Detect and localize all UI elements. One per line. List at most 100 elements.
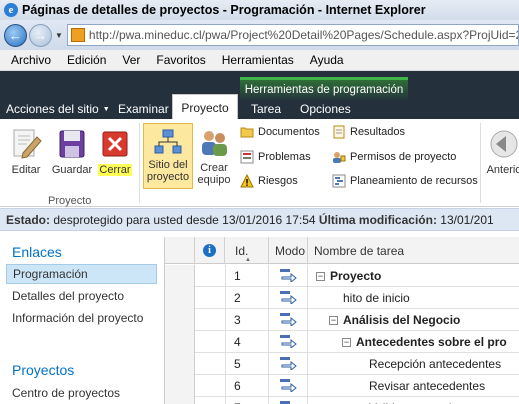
risks-label: Riesgos xyxy=(258,175,298,187)
project-site-button[interactable]: Sitio del proyecto xyxy=(143,123,193,189)
task-mode-cell[interactable] xyxy=(269,397,308,404)
task-mode-cell[interactable] xyxy=(269,265,308,287)
auto-scheduled-icon xyxy=(279,312,297,329)
project-site-label-1: Sitio del xyxy=(148,159,188,171)
menu-herramientas[interactable]: Herramientas xyxy=(214,53,302,67)
project-permissions-button[interactable]: Permisos de proyecto xyxy=(332,150,456,164)
previous-arrow-icon xyxy=(487,127,519,161)
nav-item-project-information[interactable]: Información del proyecto xyxy=(12,311,143,325)
task-mode-cell[interactable] xyxy=(269,353,308,375)
edit-button[interactable]: Editar xyxy=(8,127,44,176)
forward-button[interactable]: → xyxy=(29,23,52,47)
warning-icon xyxy=(240,173,254,188)
issues-button[interactable]: Problemas xyxy=(240,150,311,164)
row-selector[interactable] xyxy=(165,375,195,397)
menu-archivo[interactable]: Archivo xyxy=(3,53,59,67)
row-indicators-cell xyxy=(195,353,225,375)
status-text: desprotegido para usted desde 13/01/2016… xyxy=(53,212,316,227)
task-name-cell[interactable]: − Proyecto xyxy=(308,265,519,287)
schedule-grid: i Id. ▲ Modo Nombre de tarea 1 − Proyecto 2… xyxy=(164,237,519,404)
site-favicon-icon xyxy=(70,28,85,42)
task-name-cell[interactable]: Revisar antecedentes xyxy=(308,375,519,397)
row-selector[interactable] xyxy=(165,309,195,331)
task-name-cell[interactable]: − Antecedentes sobre el pro xyxy=(308,331,519,353)
save-button[interactable]: Guardar xyxy=(50,127,94,176)
collapse-icon[interactable]: − xyxy=(342,337,351,347)
menu-ver[interactable]: Ver xyxy=(114,53,148,67)
documents-label: Documentos xyxy=(258,126,320,138)
task-id-cell: 4 xyxy=(225,331,269,353)
tab-options[interactable]: Opciones xyxy=(300,99,351,119)
risks-button[interactable]: Riesgos xyxy=(240,173,298,188)
task-name-cell[interactable]: − Análisis del Negocio xyxy=(308,309,519,331)
nav-header-projects[interactable]: Proyectos xyxy=(12,362,74,378)
row-selector[interactable] xyxy=(165,265,195,287)
site-actions-menu[interactable]: Acciones del sitio ▼ xyxy=(6,99,110,119)
table-row[interactable]: 3 − Análisis del Negocio xyxy=(165,309,519,331)
row-selector[interactable] xyxy=(165,353,195,375)
grid-header: i Id. ▲ Modo Nombre de tarea xyxy=(165,237,519,264)
task-name-cell[interactable]: hito de inicio xyxy=(308,287,519,309)
collapse-icon[interactable]: − xyxy=(329,315,338,325)
task-mode-cell[interactable] xyxy=(269,287,308,309)
nav-item-project-center[interactable]: Centro de proyectos xyxy=(12,386,120,400)
menu-edicion[interactable]: Edición xyxy=(59,53,114,67)
menu-ayuda[interactable]: Ayuda xyxy=(302,53,352,67)
tab-project[interactable]: Proyecto xyxy=(172,94,238,120)
table-row[interactable]: 6 Revisar antecedentes xyxy=(165,375,519,397)
row-selector[interactable] xyxy=(165,287,195,309)
tab-browse[interactable]: Examinar xyxy=(118,99,169,119)
resource-planning-button[interactable]: Planeamiento de recursos xyxy=(332,174,478,188)
task-mode-cell[interactable] xyxy=(269,331,308,353)
nav-item-schedule[interactable]: Programación xyxy=(6,264,157,284)
window-title: Páginas de detalles de proyectos - Progr… xyxy=(22,3,426,17)
previous-button[interactable]: Anterio xyxy=(484,127,519,176)
save-label: Guardar xyxy=(51,164,93,176)
tab-task[interactable]: Tarea xyxy=(251,99,281,119)
task-mode-cell[interactable] xyxy=(269,375,308,397)
documents-button[interactable]: Documentos xyxy=(240,125,320,139)
internet-explorer-icon: e xyxy=(4,3,18,17)
task-name-cell[interactable]: Validar antecedentes xyxy=(308,397,519,404)
create-team-button[interactable]: Crear equipo xyxy=(196,127,232,186)
sitemap-icon xyxy=(153,128,183,156)
row-indicators-cell xyxy=(195,265,225,287)
row-indicators-cell xyxy=(195,287,225,309)
results-button[interactable]: Resultados xyxy=(332,125,405,139)
close-button[interactable]: Cerrar xyxy=(97,127,133,176)
ribbon-divider xyxy=(139,123,140,203)
id-column-header[interactable]: Id. ▲ xyxy=(225,237,269,264)
address-toolbar: ← → ▼ http://pwa.mineduc.cl/pwa/Project%… xyxy=(0,20,519,50)
table-row[interactable]: 1 − Proyecto xyxy=(165,265,519,287)
task-mode-cell[interactable] xyxy=(269,309,308,331)
nav-item-project-details[interactable]: Detalles del proyecto xyxy=(12,289,124,303)
menu-favoritos[interactable]: Favoritos xyxy=(148,53,213,67)
task-name-column-header[interactable]: Nombre de tarea xyxy=(308,237,519,264)
table-row[interactable]: 7 Validar antecedentes xyxy=(165,397,519,404)
window-titlebar: e Páginas de detalles de proyectos - Pro… xyxy=(0,0,519,20)
task-name: Análisis del Negocio xyxy=(343,313,461,327)
collapse-icon[interactable]: − xyxy=(316,271,325,281)
back-button[interactable]: ← xyxy=(4,23,27,47)
task-name-cell[interactable]: Recepción antecedentes xyxy=(308,353,519,375)
address-url[interactable]: http://pwa.mineduc.cl/pwa/Project%20Deta… xyxy=(89,28,518,42)
indicators-column-header[interactable]: i xyxy=(195,237,225,264)
close-icon xyxy=(98,127,132,161)
row-selector[interactable] xyxy=(165,331,195,353)
last-modified-value: 13/01/201 xyxy=(440,212,494,227)
table-row[interactable]: 5 Recepción antecedentes xyxy=(165,353,519,375)
auto-scheduled-icon xyxy=(279,290,297,307)
table-row[interactable]: 2 hito de inicio xyxy=(165,287,519,309)
recent-pages-dropdown-icon[interactable]: ▼ xyxy=(55,31,63,40)
mode-column-header[interactable]: Modo xyxy=(269,237,308,264)
sort-ascending-icon: ▲ xyxy=(245,257,251,263)
caret-down-icon: ▼ xyxy=(102,105,110,113)
table-row[interactable]: 4 − Antecedentes sobre el pro xyxy=(165,331,519,353)
task-id-cell: 1 xyxy=(225,265,269,287)
status-label: Estado: xyxy=(6,212,51,227)
ribbon-panel: Editar Guardar Cerrar Proyecto Sitio del… xyxy=(0,119,519,207)
row-selector[interactable] xyxy=(165,397,195,404)
address-input[interactable]: http://pwa.mineduc.cl/pwa/Project%20Deta… xyxy=(66,24,519,46)
id-header-label: Id. xyxy=(235,243,249,258)
left-navigation: Enlaces Programación Detalles del proyec… xyxy=(0,231,160,404)
